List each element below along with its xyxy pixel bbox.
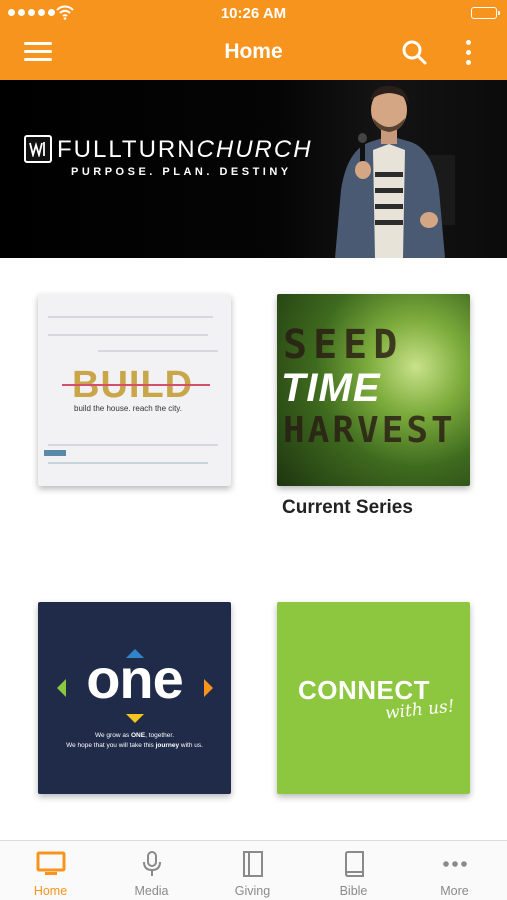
page-title: Home — [224, 40, 283, 63]
bottom-tab-bar: Home Media Giving Bible More — [0, 840, 507, 900]
one-tile[interactable]: one We grow as ONE, together. We hope th… — [38, 602, 231, 794]
tv-icon — [36, 851, 65, 875]
seed-title-line: SEED — [283, 322, 404, 368]
decorative-bar — [44, 450, 66, 456]
divider — [48, 316, 213, 318]
tab-media[interactable]: Media — [101, 841, 202, 900]
nav-bar: Home — [0, 26, 507, 80]
church-tagline: PURPOSE. PLAN. DESTINY — [71, 166, 292, 178]
tab-more[interactable]: More — [404, 841, 505, 900]
connect-tile[interactable]: CONNECT with us! — [277, 602, 470, 794]
tab-bible[interactable]: Bible — [303, 841, 404, 900]
microphone-icon — [142, 851, 161, 876]
tab-giving-label: Giving — [234, 884, 271, 898]
overflow-menu-icon[interactable] — [458, 38, 478, 68]
hamburger-menu-button[interactable] — [24, 40, 54, 64]
tab-more-label: More — [440, 884, 469, 898]
ellipsis-icon — [442, 861, 467, 867]
tab-bible-label: Bible — [339, 884, 368, 898]
one-subtitle-line1: We grow as ONE, together. — [94, 732, 175, 739]
one-subtitle-line2: We hope that you will take this journey … — [66, 742, 203, 749]
tab-media-label: Media — [134, 884, 169, 898]
status-bar: 10:26 AM — [0, 0, 507, 26]
tab-home[interactable]: Home — [0, 841, 101, 900]
tab-giving[interactable]: Giving — [202, 841, 303, 900]
build-tagline: build the house. reach the city. — [74, 404, 182, 413]
giving-icon — [242, 851, 263, 877]
church-logo-icon — [24, 135, 52, 163]
one-title: one — [86, 647, 184, 710]
church-banner[interactable]: FULLTURNCHURCH PURPOSE. PLAN. DESTINY — [0, 80, 507, 258]
battery-icon — [471, 7, 500, 19]
church-name: FULLTURNCHURCH — [57, 136, 313, 163]
seed-time-harvest-tile[interactable]: SEED TIME HARVEST — [277, 294, 470, 486]
divider — [98, 350, 218, 352]
speaker-photo — [335, 85, 455, 258]
tab-home-label: Home — [33, 884, 68, 898]
build-series-tile[interactable]: BUILD build the house. reach the city. — [38, 294, 231, 486]
search-icon[interactable] — [400, 38, 428, 66]
divider — [48, 444, 218, 446]
harvest-title-line: HARVEST — [283, 410, 456, 451]
divider — [48, 462, 208, 464]
status-time: 10:26 AM — [220, 5, 287, 22]
arrow-down-icon — [126, 714, 144, 723]
divider — [48, 334, 208, 336]
book-icon — [344, 851, 364, 877]
time-title-line: TIME — [281, 366, 381, 410]
current-series-caption: Current Series — [282, 497, 413, 518]
strike-line — [62, 384, 210, 386]
